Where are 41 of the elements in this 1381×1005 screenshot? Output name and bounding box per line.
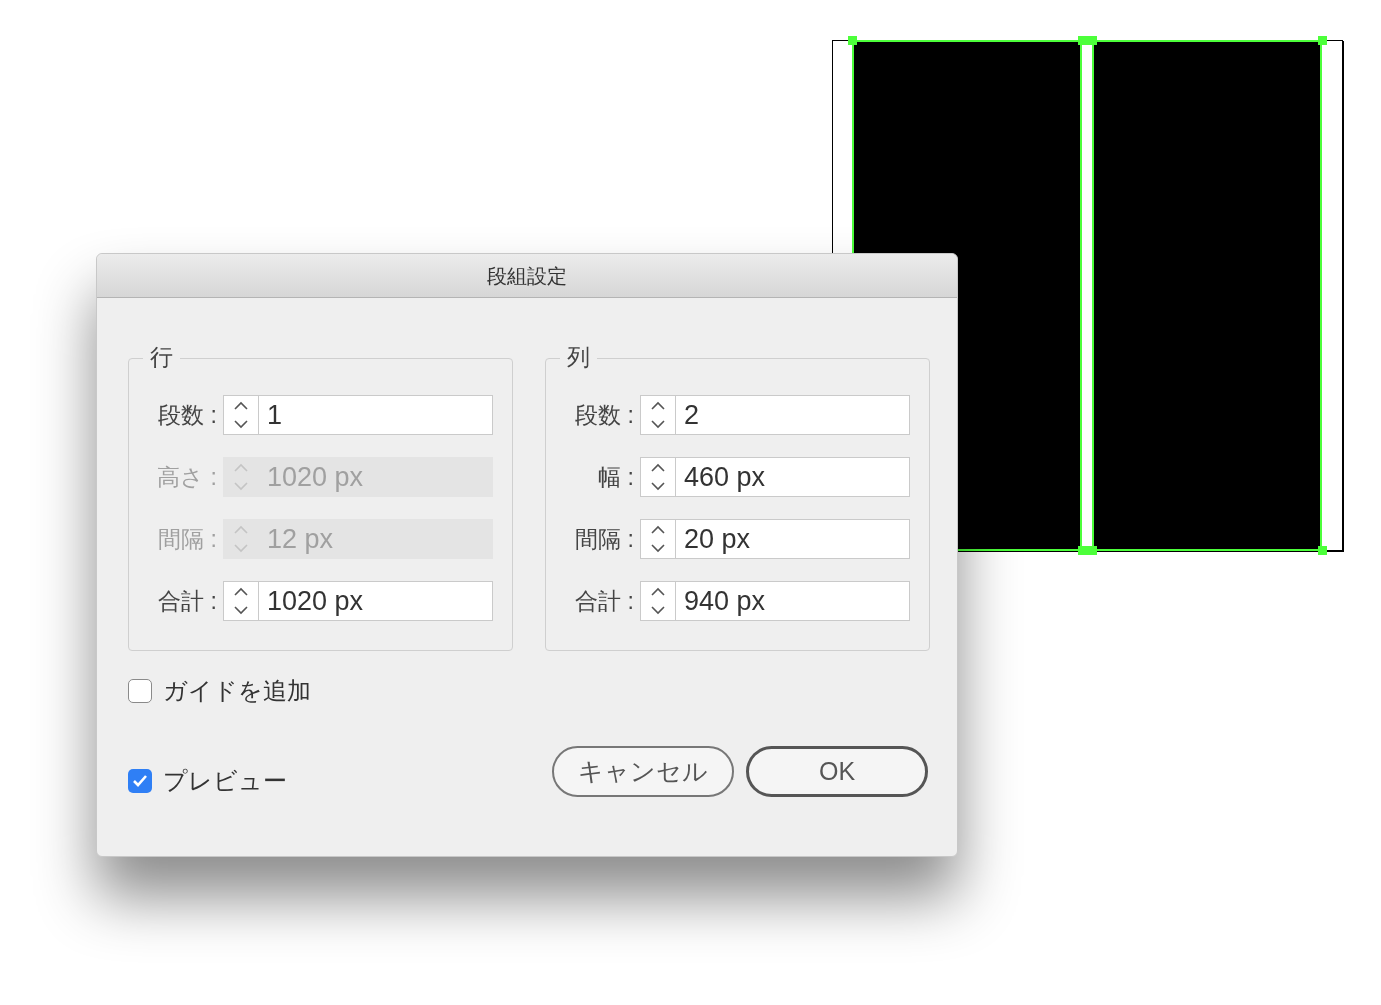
selection-handle[interactable] bbox=[1318, 36, 1327, 45]
field-label: 間隔 : bbox=[157, 524, 218, 554]
stepper[interactable] bbox=[223, 395, 259, 435]
field-label: 段数 : bbox=[574, 400, 635, 430]
checkbox[interactable] bbox=[128, 679, 152, 703]
stepper-arrows-icon bbox=[650, 586, 666, 616]
stepper[interactable] bbox=[640, 519, 676, 559]
input-field[interactable]: 460 px bbox=[676, 457, 910, 497]
field-label: 合計 : bbox=[157, 586, 218, 616]
stepper-arrows-icon bbox=[650, 400, 666, 430]
stepper[interactable] bbox=[640, 457, 676, 497]
field-label: 幅 : bbox=[597, 462, 635, 492]
dialog-title: 段組設定 bbox=[487, 263, 567, 289]
checkbox-label: プレビュー bbox=[163, 766, 287, 796]
field-label: 高さ : bbox=[156, 462, 218, 492]
stepper[interactable] bbox=[223, 581, 259, 621]
selection-handle[interactable] bbox=[1078, 36, 1097, 45]
stepper-arrows-icon bbox=[233, 400, 249, 430]
checkbox[interactable] bbox=[128, 769, 152, 793]
stepper[interactable] bbox=[640, 395, 676, 435]
input-field[interactable]: 1020 px bbox=[259, 581, 493, 621]
stepper-arrows-icon bbox=[233, 586, 249, 616]
checkmark-icon bbox=[132, 774, 148, 788]
ok-button[interactable]: OK bbox=[746, 746, 928, 797]
checkbox-label: ガイドを追加 bbox=[163, 676, 311, 706]
field-label: 間隔 : bbox=[574, 524, 635, 554]
selection-handle[interactable] bbox=[848, 36, 857, 45]
stepper-arrows-icon bbox=[233, 524, 249, 554]
stepper-arrows-icon bbox=[233, 462, 249, 492]
selection-handle[interactable] bbox=[1318, 546, 1327, 555]
input-field[interactable]: 2 bbox=[676, 395, 910, 435]
input-field[interactable]: 20 px bbox=[676, 519, 910, 559]
input-field[interactable]: 1 bbox=[259, 395, 493, 435]
field-label: 段数 : bbox=[157, 400, 218, 430]
stepper[interactable] bbox=[640, 581, 676, 621]
field-label: 合計 : bbox=[574, 586, 635, 616]
selection-handle[interactable] bbox=[1078, 546, 1097, 555]
stepper-arrows-icon bbox=[650, 524, 666, 554]
cancel-button[interactable]: キャンセル bbox=[552, 746, 734, 797]
input-field[interactable]: 940 px bbox=[676, 581, 910, 621]
stepper-arrows-icon bbox=[650, 462, 666, 492]
